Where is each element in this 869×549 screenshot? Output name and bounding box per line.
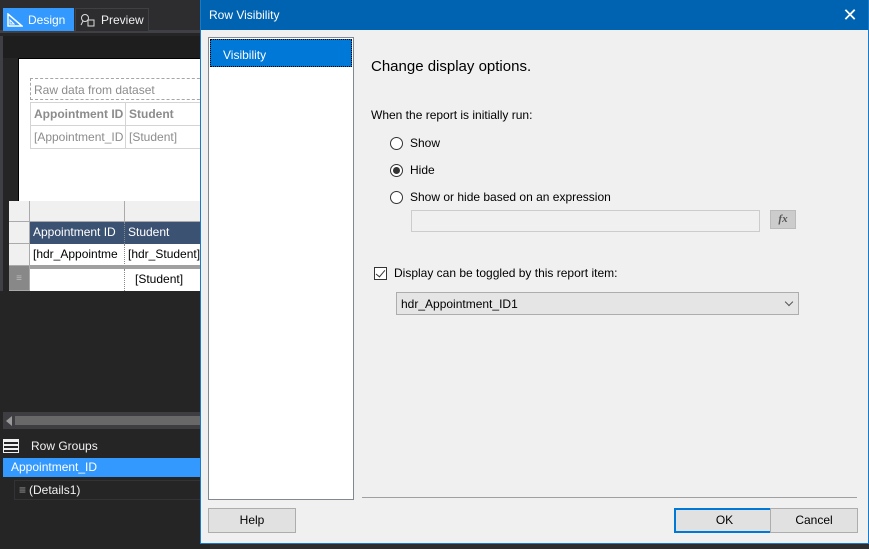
ok-button[interactable]: OK — [674, 508, 775, 533]
row-group-details-label: (Details1) — [29, 483, 81, 497]
table-header-cell[interactable]: Appointment ID — [30, 222, 125, 244]
tab-design[interactable]: Design — [3, 8, 74, 31]
detail-cell[interactable] — [30, 269, 125, 291]
row-group-appointment-id[interactable]: Appointment_ID — [3, 458, 210, 477]
ruler-triangle-icon — [7, 11, 25, 27]
row-handle-details[interactable]: ≡ — [9, 266, 30, 291]
radio-button[interactable] — [390, 163, 403, 177]
divider — [362, 497, 857, 498]
radio-hide[interactable]: Hide — [390, 163, 435, 177]
row-visibility-dialog: Row Visibility ✕ Visibility Change displ… — [200, 0, 869, 544]
radio-hide-label: Hide — [410, 163, 435, 177]
radio-button[interactable] — [390, 136, 403, 150]
details-icon: ≡ — [19, 483, 27, 497]
report-designer: Design Preview Raw data from dataset App… — [0, 0, 210, 549]
page-heading: Change display options. — [371, 58, 532, 75]
toggle-item-value: hdr_Appointment_ID1 — [401, 297, 518, 311]
radio-expression-label: Show or hide based on an expression — [410, 190, 611, 204]
row-group-details[interactable]: ≡ (Details1) — [14, 480, 210, 500]
table-row: Appointment ID Student — [30, 102, 210, 126]
radio-button[interactable] — [390, 190, 403, 204]
report-title-textbox[interactable]: Raw data from dataset — [30, 78, 210, 100]
column-handle[interactable] — [30, 201, 125, 222]
dialog-nav-list: Visibility — [208, 37, 354, 500]
detail-cell[interactable]: [Student] — [125, 269, 210, 291]
expression-builder-button[interactable]: fx — [770, 210, 796, 229]
chevron-down-icon — [784, 297, 794, 307]
tab-preview[interactable]: Preview — [75, 8, 149, 31]
group-cell[interactable]: [hdr_Appointme — [30, 244, 125, 266]
table-header-cell[interactable]: Student — [125, 222, 210, 244]
scroll-left-icon[interactable] — [6, 416, 12, 426]
horizontal-scrollbar[interactable] — [3, 412, 210, 429]
column-handle[interactable] — [125, 201, 210, 222]
row-groups-title: Row Groups — [31, 439, 98, 453]
preview-icon — [80, 13, 96, 27]
dialog-title-bar[interactable]: Row Visibility ✕ — [201, 0, 868, 30]
row-groups-icon — [3, 439, 19, 453]
tab-preview-label: Preview — [101, 13, 144, 27]
tab-design-label: Design — [28, 12, 66, 27]
raw-data-table: Appointment ID Student [Appointment_ID [… — [30, 102, 210, 149]
row-handle[interactable] — [9, 244, 30, 266]
radio-show-label: Show — [410, 136, 441, 150]
initial-visibility-label: When the report is initially run: — [371, 108, 533, 122]
cancel-button[interactable]: Cancel — [770, 508, 858, 533]
help-button[interactable]: Help — [208, 508, 296, 533]
toggle-checkbox[interactable] — [374, 266, 387, 280]
corner-handle[interactable] — [9, 201, 30, 222]
nav-item-visibility[interactable]: Visibility — [210, 39, 352, 67]
toggle-checkbox-label: Display can be toggled by this report it… — [394, 266, 618, 280]
row-handle[interactable] — [9, 222, 30, 244]
toggle-checkbox-row[interactable]: Display can be toggled by this report it… — [374, 266, 617, 280]
table-cell[interactable]: [Student] — [125, 125, 210, 149]
expression-input[interactable] — [411, 210, 760, 232]
toggle-item-select[interactable]: hdr_Appointment_ID1 — [396, 292, 799, 315]
table-row: [Appointment_ID [Student] — [30, 125, 210, 149]
close-icon[interactable]: ✕ — [838, 3, 862, 27]
scrollbar-thumb[interactable] — [15, 416, 210, 425]
dialog-title: Row Visibility — [209, 8, 280, 22]
grouped-table: ≡ Appointment ID Student [hdr_Appointme … — [9, 201, 210, 291]
radio-expression[interactable]: Show or hide based on an expression — [390, 190, 611, 204]
designer-tab-bar: Design Preview — [0, 0, 210, 33]
table-header-cell[interactable]: Student — [125, 102, 210, 126]
row-groups-header: Row Groups — [0, 435, 210, 457]
table-cell[interactable]: [Appointment_ID — [30, 125, 126, 149]
table-header-cell[interactable]: Appointment ID — [30, 102, 126, 126]
details-icon: ≡ — [16, 273, 22, 284]
group-cell[interactable]: [hdr_Student] — [125, 244, 210, 266]
radio-show[interactable]: Show — [390, 136, 440, 150]
